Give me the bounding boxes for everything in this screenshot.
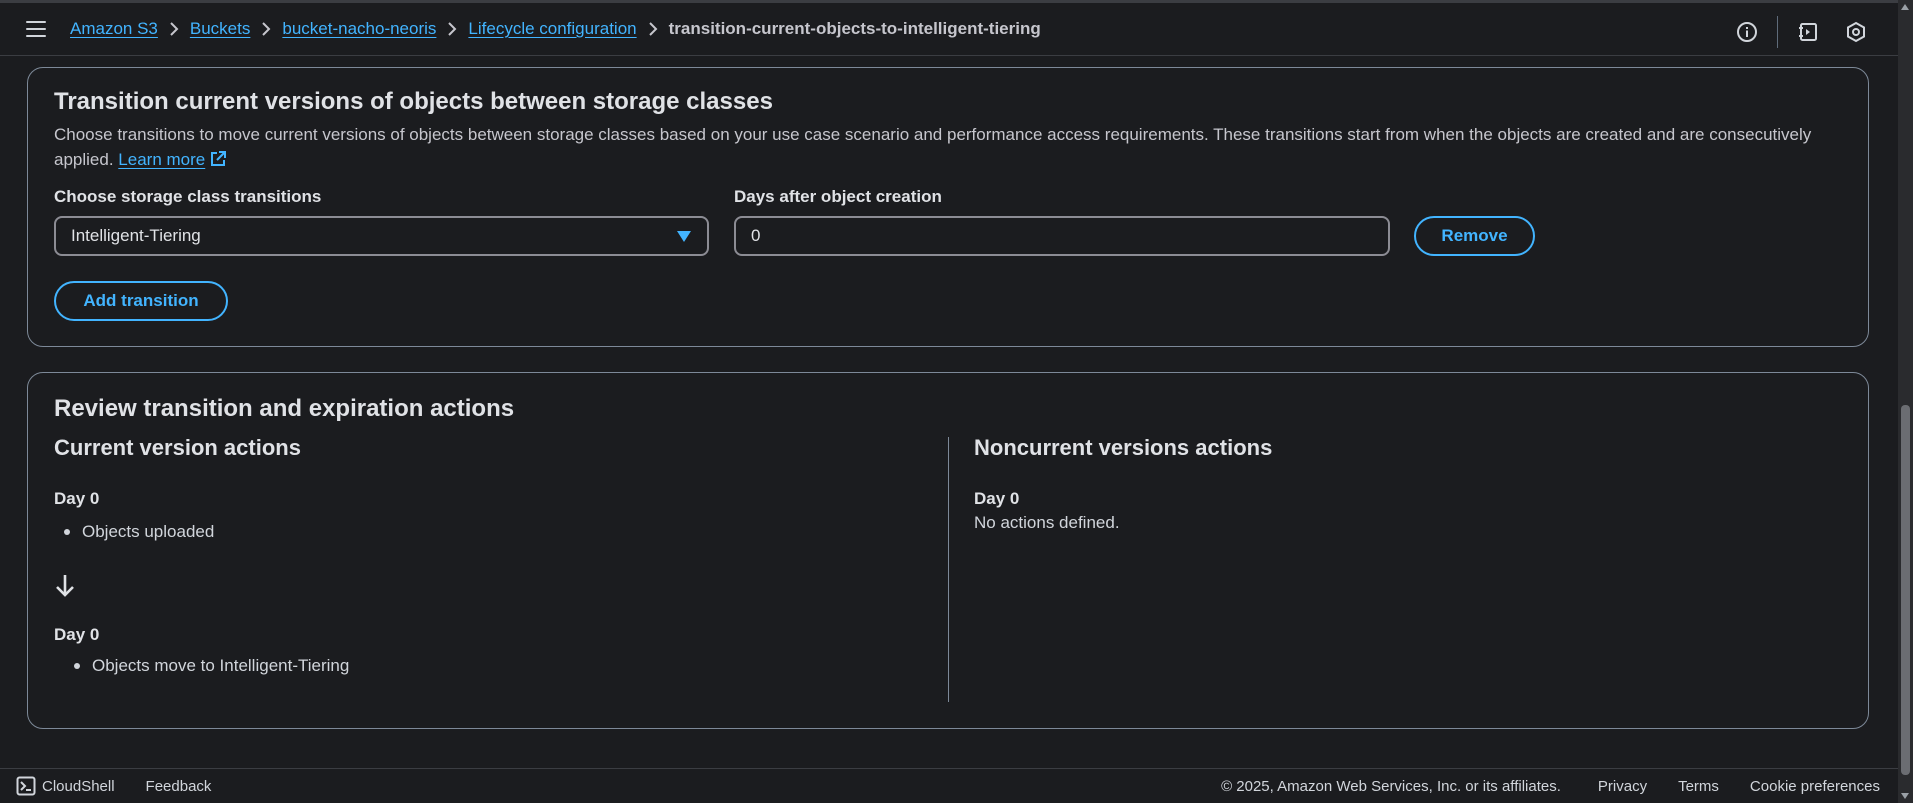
breadcrumb-amazon-s3[interactable]: Amazon S3 [70, 19, 158, 39]
panel-title: Transition current versions of objects b… [54, 88, 773, 115]
privacy-link[interactable]: Privacy [1598, 778, 1647, 795]
chevron-right-icon [250, 19, 282, 39]
external-link-icon [209, 150, 227, 175]
arrow-down-icon [54, 573, 954, 599]
day-label: Day 0 [974, 489, 1020, 508]
chevron-right-icon [436, 19, 468, 39]
breadcrumb-lifecycle-configuration[interactable]: Lifecycle configuration [468, 19, 636, 39]
copyright-text: © 2025, Amazon Web Services, Inc. or its… [1221, 778, 1561, 795]
remove-button[interactable]: Remove [1414, 216, 1535, 256]
days-input[interactable] [734, 216, 1390, 256]
noncurrent-version-actions: Noncurrent versions actions Day 0 No act… [974, 435, 1844, 533]
terms-link[interactable]: Terms [1678, 778, 1719, 795]
terminal-icon [16, 776, 36, 796]
cloudshell-label: CloudShell [42, 777, 115, 795]
current-actions-title: Current version actions [54, 435, 301, 460]
top-navigation-bar: Amazon S3 Buckets bucket-nacho-neoris Li… [0, 0, 1898, 56]
action-text: Objects move to Intelligent-Tiering [92, 656, 350, 675]
settings-hex-icon[interactable] [1844, 20, 1868, 44]
breadcrumb-buckets[interactable]: Buckets [190, 19, 250, 39]
cloudshell-button[interactable]: CloudShell [16, 776, 115, 796]
action-text: Objects uploaded [82, 522, 215, 541]
chevron-right-icon [637, 19, 669, 39]
noncurrent-actions-title: Noncurrent versions actions [974, 435, 1273, 460]
transitions-panel: Transition current versions of objects b… [27, 67, 1869, 347]
add-transition-button[interactable]: Add transition [54, 281, 228, 321]
notes-icon[interactable] [1796, 20, 1820, 44]
no-actions-text: No actions defined. [974, 513, 1120, 532]
footer: CloudShell Feedback © 2025, Amazon Web S… [0, 768, 1898, 803]
current-version-actions: Current version actions Day 0 Objects up… [54, 435, 954, 676]
days-label: Days after object creation [734, 187, 942, 206]
storage-class-value: Intelligent-Tiering [71, 226, 201, 245]
panel-description: Choose transitions to move current versi… [54, 122, 1844, 175]
cookie-preferences-link[interactable]: Cookie preferences [1750, 778, 1880, 795]
page-scrollbar[interactable] [1898, 0, 1913, 803]
learn-more-link[interactable]: Learn more [118, 150, 227, 169]
day-label: Day 0 [54, 489, 100, 508]
storage-class-select[interactable]: Intelligent-Tiering [54, 216, 709, 256]
review-title: Review transition and expiration actions [54, 395, 515, 422]
top-right-tools [1735, 16, 1868, 48]
review-panel: Review transition and expiration actions… [27, 372, 1869, 729]
caret-down-icon [677, 231, 691, 242]
storage-class-label: Choose storage class transitions [54, 187, 322, 206]
list-item: Objects uploaded [64, 522, 954, 542]
bullet [64, 529, 70, 535]
day-label: Day 0 [54, 625, 100, 644]
menu-icon[interactable] [26, 21, 46, 37]
learn-more-label: Learn more [118, 150, 206, 169]
bullet [74, 663, 80, 669]
scroll-up-icon[interactable] [1901, 4, 1909, 10]
chevron-right-icon [158, 19, 190, 39]
info-icon[interactable] [1735, 20, 1759, 44]
breadcrumb: Amazon S3 Buckets bucket-nacho-neoris Li… [70, 19, 1041, 39]
scrollbar-thumb[interactable] [1901, 405, 1910, 775]
list-item: Objects move to Intelligent-Tiering [74, 656, 954, 676]
column-divider [948, 437, 949, 702]
footer-right: © 2025, Amazon Web Services, Inc. or its… [1221, 769, 1880, 803]
scroll-down-icon[interactable] [1901, 793, 1909, 799]
feedback-link[interactable]: Feedback [146, 778, 212, 795]
breadcrumb-current: transition-current-objects-to-intelligen… [668, 19, 1041, 38]
breadcrumb-bucket[interactable]: bucket-nacho-neoris [282, 19, 436, 39]
description-text: Choose transitions to move current versi… [54, 125, 1812, 169]
toolbar-divider [1777, 16, 1778, 48]
